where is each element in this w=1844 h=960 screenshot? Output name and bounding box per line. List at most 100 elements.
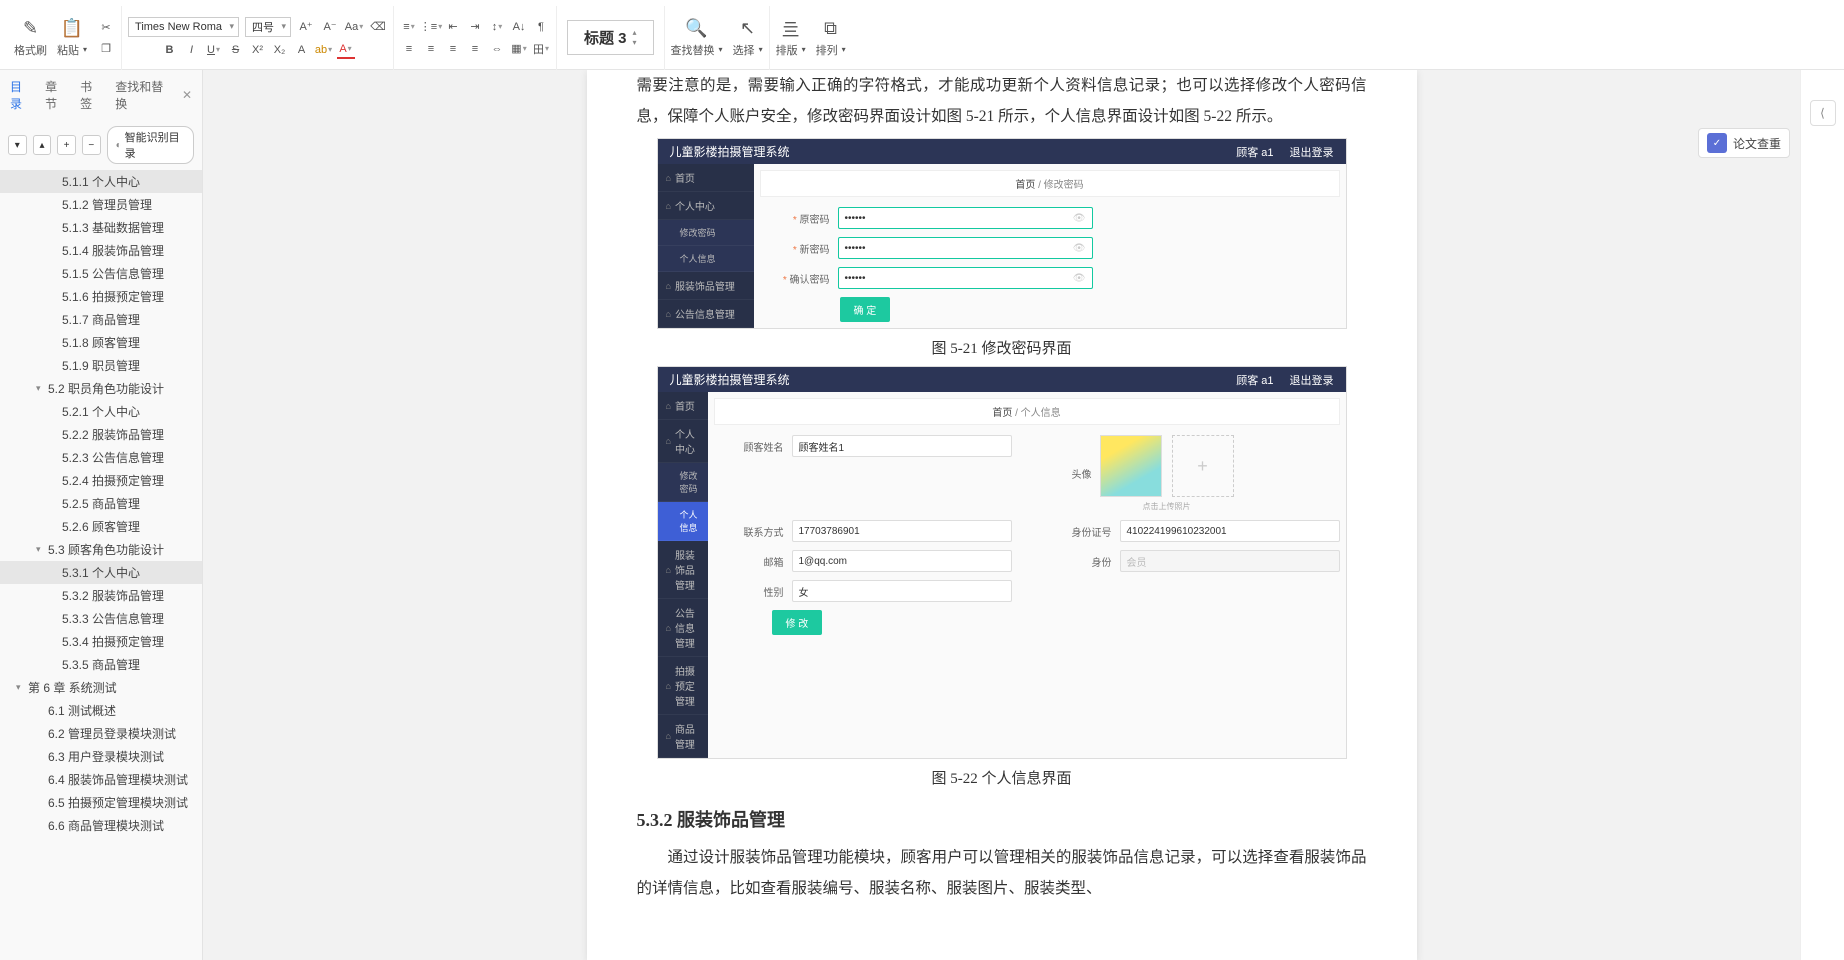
layout-label[interactable]: 排版▾: [776, 42, 806, 58]
select-label[interactable]: 选择▾: [733, 42, 763, 58]
copy-icon[interactable]: ❐: [97, 39, 115, 57]
highlight-icon[interactable]: ab: [315, 41, 333, 59]
toc-item[interactable]: 6.5 拍摄预定管理模块测试: [0, 791, 202, 814]
toc-item[interactable]: 6.3 用户登录模块测试: [0, 745, 202, 768]
smart-toc-button[interactable]: 智能识别目录: [107, 126, 194, 164]
toc-item[interactable]: 5.3.2 服装饰品管理: [0, 584, 202, 607]
find-label[interactable]: 查找替换▾: [671, 42, 723, 58]
toc-item[interactable]: 5.3.4 拍摄预定管理: [0, 630, 202, 653]
decrease-font-icon[interactable]: A⁻: [321, 18, 339, 36]
style-up-icon[interactable]: ▴: [633, 28, 637, 37]
layout-icon[interactable]: 亖: [782, 18, 800, 40]
paragraph: 需要注意的是，需要输入正确的字符格式，才能成功更新个人资料信息记录；也可以选择修…: [637, 70, 1367, 132]
tab-find[interactable]: 查找和替换: [115, 78, 168, 112]
collapse-up-icon[interactable]: ▴: [33, 135, 52, 155]
shading-icon[interactable]: ▦: [510, 40, 528, 58]
toc-item[interactable]: 5.1.9 职员管理: [0, 354, 202, 377]
bold-icon[interactable]: B: [161, 41, 179, 59]
toc-item[interactable]: 5.1.2 管理员管理: [0, 193, 202, 216]
toc-item[interactable]: 5.1.3 基础数据管理: [0, 216, 202, 239]
toc-item[interactable]: 5.2.1 个人中心: [0, 400, 202, 423]
toc-item[interactable]: 5.3.5 商品管理: [0, 653, 202, 676]
check-icon: ✓: [1707, 133, 1727, 153]
close-icon[interactable]: ✕: [182, 88, 192, 102]
toc-item[interactable]: 5.3.1 个人中心: [0, 561, 202, 584]
line-spacing-icon[interactable]: ↕: [488, 18, 506, 36]
sidebar-item-center: 个人中心: [658, 192, 754, 220]
add-icon[interactable]: +: [57, 135, 76, 155]
sort-icon[interactable]: A↓: [510, 18, 528, 36]
paste-label[interactable]: 粘贴▾: [57, 42, 87, 58]
toc-item[interactable]: 5.1.6 拍摄预定管理: [0, 285, 202, 308]
style-selector[interactable]: 标题 3 ▴▾: [567, 20, 654, 55]
show-marks-icon[interactable]: ¶: [532, 18, 550, 36]
superscript-icon[interactable]: X²: [249, 41, 267, 59]
select-icon[interactable]: ↖: [740, 18, 755, 40]
sidebar-item-pwd: 修改密码: [658, 220, 754, 246]
align-left-icon[interactable]: ≡: [400, 40, 418, 58]
italic-icon[interactable]: I: [183, 41, 201, 59]
ribbon-toolbar: ✎ 格式刷 📋 粘贴▾ ✂ ❐ Times New Roma 四号 A⁺ A⁻: [0, 6, 1844, 70]
toc-item[interactable]: 5.2.6 顾客管理: [0, 515, 202, 538]
format-painter-label: 格式刷: [14, 42, 47, 58]
toc-item[interactable]: 5.2.3 公告信息管理: [0, 446, 202, 469]
plagiarism-check-button[interactable]: ✓ 论文查重: [1698, 128, 1790, 158]
toc-item[interactable]: ▾5.3 顾客角色功能设计: [0, 538, 202, 561]
cut-icon[interactable]: ✂: [97, 18, 115, 36]
expand-down-icon[interactable]: ▾: [8, 135, 27, 155]
toc-item[interactable]: 5.2.4 拍摄预定管理: [0, 469, 202, 492]
toc-item[interactable]: 6.6 商品管理模块测试: [0, 814, 202, 837]
toc-item[interactable]: 5.1.8 顾客管理: [0, 331, 202, 354]
align-center-icon[interactable]: ≡: [422, 40, 440, 58]
arrange-icon[interactable]: ⧉: [824, 18, 837, 40]
document-scroll[interactable]: 需要注意的是，需要输入正确的字符格式，才能成功更新个人资料信息记录；也可以选择修…: [203, 70, 1800, 960]
font-color-icon[interactable]: A: [337, 41, 355, 59]
collapse-icon[interactable]: ⟨: [1810, 100, 1836, 126]
toc-item[interactable]: ▾第 6 章 系统测试: [0, 676, 202, 699]
subscript-icon[interactable]: X₂: [271, 41, 289, 59]
toc-item[interactable]: 6.1 测试概述: [0, 699, 202, 722]
border-icon[interactable]: 田: [532, 40, 550, 58]
change-case-icon[interactable]: Aa: [345, 18, 363, 36]
sidebar-item-fashion: 服装饰品管理: [658, 272, 754, 300]
style-down-icon[interactable]: ▾: [633, 38, 637, 47]
toc-item[interactable]: ▾5.2 职员角色功能设计: [0, 377, 202, 400]
toc-item[interactable]: 5.1.5 公告信息管理: [0, 262, 202, 285]
strike-icon[interactable]: S: [227, 41, 245, 59]
text-effect-icon[interactable]: A: [293, 41, 311, 59]
sidebar-item-info: 个人信息: [658, 246, 754, 272]
clear-format-icon[interactable]: ⌫: [369, 18, 387, 36]
upload-icon: +: [1172, 435, 1234, 497]
font-size-select[interactable]: 四号: [245, 17, 291, 37]
number-list-icon[interactable]: ⋮≡: [422, 18, 440, 36]
toc-item[interactable]: 5.1.4 服装饰品管理: [0, 239, 202, 262]
toc-item[interactable]: 5.2.5 商品管理: [0, 492, 202, 515]
underline-icon[interactable]: U: [205, 41, 223, 59]
toc-item[interactable]: 6.4 服装饰品管理模块测试: [0, 768, 202, 791]
decrease-indent-icon[interactable]: ⇤: [444, 18, 462, 36]
toc-item[interactable]: 5.1.1 个人中心: [0, 170, 202, 193]
align-right-icon[interactable]: ≡: [444, 40, 462, 58]
increase-indent-icon[interactable]: ⇥: [466, 18, 484, 36]
format-painter-icon[interactable]: ✎: [23, 18, 38, 40]
font-name-select[interactable]: Times New Roma: [128, 17, 239, 37]
tab-bookmark[interactable]: 书签: [80, 78, 101, 112]
modify-button: 修 改: [772, 610, 823, 635]
align-justify-icon[interactable]: ≡: [466, 40, 484, 58]
toc-list: 5.1.1 个人中心5.1.2 管理员管理5.1.3 基础数据管理5.1.4 服…: [0, 170, 202, 960]
increase-font-icon[interactable]: A⁺: [297, 18, 315, 36]
toc-item[interactable]: 5.2.2 服装饰品管理: [0, 423, 202, 446]
remove-icon[interactable]: −: [82, 135, 101, 155]
toc-item[interactable]: 5.3.3 公告信息管理: [0, 607, 202, 630]
tab-toc[interactable]: 目录: [10, 78, 31, 112]
tab-chapter[interactable]: 章节: [45, 78, 66, 112]
avatar: [1100, 435, 1162, 497]
toc-item[interactable]: 5.1.7 商品管理: [0, 308, 202, 331]
bullet-list-icon[interactable]: ≡: [400, 18, 418, 36]
arrange-label[interactable]: 排列▾: [816, 42, 846, 58]
toc-item[interactable]: 6.2 管理员登录模块测试: [0, 722, 202, 745]
find-icon[interactable]: 🔍: [685, 18, 707, 40]
paste-icon[interactable]: 📋: [61, 18, 83, 40]
distribute-icon[interactable]: ⇔: [488, 40, 506, 58]
paragraph: 通过设计服装饰品管理功能模块，顾客用户可以管理相关的服装饰品信息记录，可以选择查…: [637, 842, 1367, 904]
